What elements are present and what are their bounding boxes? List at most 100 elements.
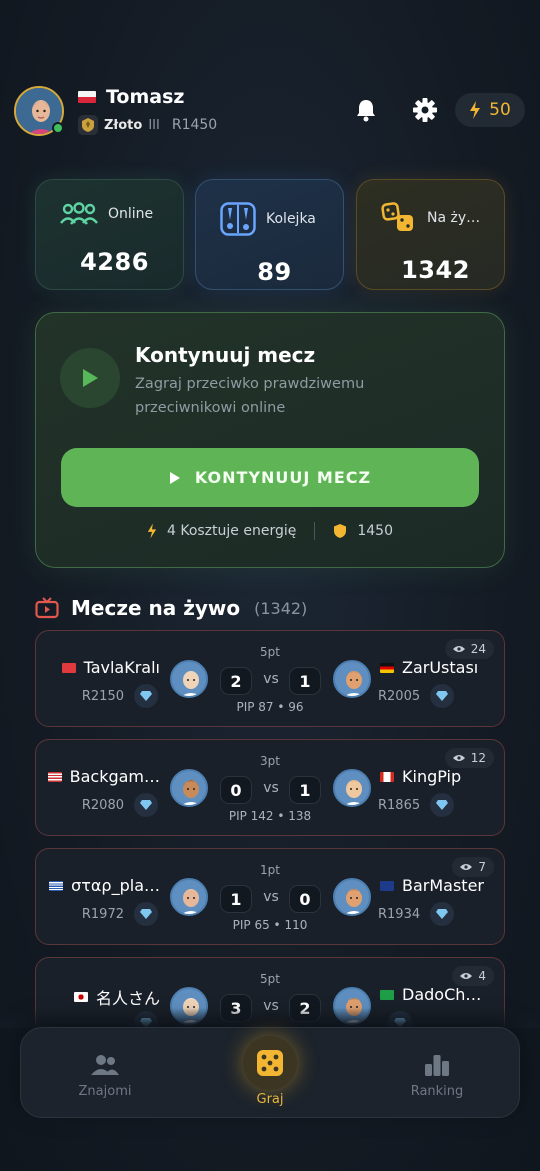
player-left-score: 2 [220,667,252,695]
player-left-score: 1 [220,885,252,913]
pip-count: PIP 65 • 110 [232,918,308,932]
player-right-name-text: DadoCh… [402,985,482,1004]
eye-icon [460,973,473,979]
nav-ranking-label: Ranking [410,1084,464,1099]
flag-icon [380,880,394,891]
nav-friends[interactable]: Znajomi [45,1052,165,1099]
player-right-score: 0 [289,885,321,913]
live-match-card[interactable]: 3pt 12 Backgam… R2080 0 vs 1 KingPip R1865 PIP 14… [35,739,505,836]
users-icon [60,202,98,225]
stake-value: 1450 [357,523,393,539]
stat-card-live[interactable]: Na ży… 1342 [356,179,505,290]
nav-play-button[interactable] [243,1036,297,1090]
player-right-name-text: KingPip [402,767,462,786]
poland-flag-icon [78,91,96,103]
stat-card-queue[interactable]: Kolejka 89 [195,179,344,290]
player-left-name: TavlaKralı [61,658,160,677]
flag-icon [73,992,88,1002]
energy-counter[interactable]: 50 [455,93,525,127]
cost-row: 4 Kosztuje energię 1450 [35,522,505,540]
lightning-icon [470,101,481,119]
pip-count: PIP 142 • 138 [228,809,312,823]
player-right-score: 1 [289,667,321,695]
player-left-score: 0 [220,776,252,804]
shield-icon [334,524,347,538]
play-triangle-icon [169,471,180,484]
tv-icon [35,597,59,619]
viewer-count: 4 [452,966,494,986]
viewer-count: 24 [444,639,494,659]
stat-live-value: 1342 [401,256,470,284]
rank-row: Złoto III R1450 [78,115,217,135]
flag-icon [380,662,394,673]
match-points: 5pt [260,972,280,986]
player-right-name: ZarUstası [380,658,478,677]
flag-icon [380,771,394,782]
flag-icon [47,771,62,782]
viewer-count-value: 24 [470,642,486,656]
player-left-name: σταρ_pla… [49,876,160,895]
board-icon [220,202,256,236]
live-title: Mecze na żywo [71,596,241,620]
viewer-count: 12 [444,748,494,768]
player-left-avatar [170,769,208,807]
dice-icon [257,1050,283,1076]
stat-online-label: Online [108,206,154,222]
vs-label: vs [263,780,279,796]
match-points: 1pt [260,863,280,877]
nav-friends-label: Znajomi [78,1084,132,1099]
player-right-name-text: ZarUstası [402,658,479,677]
nav-play-label: Graj [256,1092,284,1107]
eye-icon [460,864,473,870]
nav-ranking[interactable]: Ranking [377,1052,497,1099]
player-right-avatar [333,769,371,807]
gear-icon[interactable] [408,93,442,127]
eye-icon [452,755,465,761]
live-match-card[interactable]: 5pt 24 TavlaKralı R2150 2 vs 1 ZarUstası R2005 PI… [35,630,505,727]
match-points: 5pt [260,645,280,659]
player-left-name-text: σταρ_pla… [71,876,160,895]
player-right-name: BarMaster [380,876,484,895]
live-count: (1342) [254,598,308,618]
bell-icon[interactable] [349,93,383,127]
continue-match-button[interactable]: KONTYNUUJ MECZ [61,448,479,507]
play-icon[interactable] [60,348,120,408]
player-right-name: KingPip [380,767,461,786]
flag-icon [380,989,394,1000]
player-right-avatar [333,878,371,916]
stat-queue-label: Kolejka [266,211,316,227]
stat-card-online[interactable]: Online 4286 [35,179,184,290]
player-left-avatar [170,878,208,916]
divider [314,522,316,540]
player-left-name: Backgam… [47,767,160,786]
viewer-count: 7 [452,857,494,877]
player-left-name: 名人さん [73,985,160,1009]
live-matches-heading: Mecze na żywo (1342) [35,596,307,620]
continue-button-label: KONTYNUUJ MECZ [194,468,372,487]
match-points: 3pt [260,754,280,768]
player-right-score: 1 [289,776,321,804]
live-match-card[interactable]: 1pt 7 σταρ_pla… R1972 1 vs 0 BarMaster R1934 PIP … [35,848,505,945]
vs-label: vs [263,671,279,687]
player-left-avatar [170,660,208,698]
viewer-count-value: 12 [470,751,486,765]
pip-count: PIP 87 • 96 [236,700,304,714]
scroll-fade [0,1008,540,1028]
player-left-name-text: 名人さん [95,989,160,1008]
stat-online-value: 4286 [80,248,149,276]
dice-icon [381,202,413,231]
ranking-icon [425,1055,449,1076]
player-right-name: DadoCh… [380,985,481,1004]
friends-icon [91,1055,119,1075]
rank-badge-icon [78,115,98,135]
stat-live-label: Na ży… [427,210,481,226]
flag-icon [61,662,76,673]
eye-icon [452,646,465,652]
online-status-dot [52,122,64,134]
stat-queue-value: 89 [257,258,292,286]
viewer-count-value: 7 [478,860,486,874]
vs-label: vs [263,889,279,905]
player-left-name-text: Backgam… [69,767,160,786]
energy-value: 50 [489,100,511,120]
continue-subtitle: Zagraj przeciwko prawdziwemu przeciwniko… [135,376,365,416]
